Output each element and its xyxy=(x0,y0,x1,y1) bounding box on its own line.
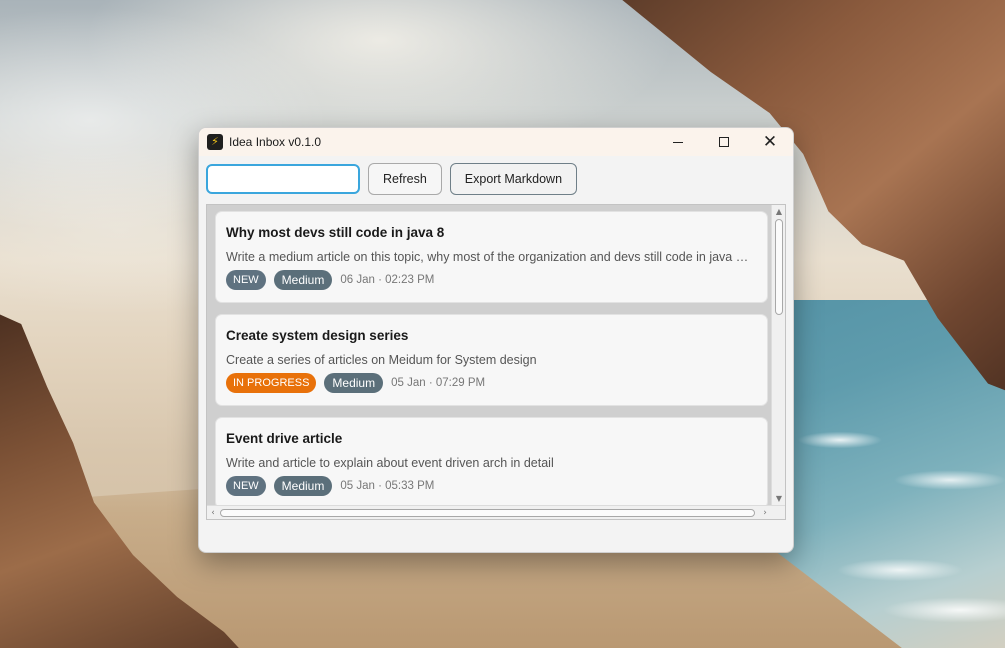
minimize-button[interactable] xyxy=(655,128,701,156)
platform-badge: Medium xyxy=(324,373,384,393)
idea-meta: NEW Medium 06 Jan · 02:23 PM xyxy=(226,270,434,290)
lightning-bolt-icon: ⚡ xyxy=(207,134,223,150)
status-badge: NEW xyxy=(226,270,266,290)
window-controls: ✕ xyxy=(655,128,793,156)
idea-timestamp: 05 Jan · 07:29 PM xyxy=(391,377,486,389)
maximize-button[interactable] xyxy=(701,128,747,156)
search-input[interactable] xyxy=(206,163,360,194)
platform-badge: Medium xyxy=(273,270,333,290)
minimize-icon xyxy=(673,141,683,143)
idea-title: Create system design series xyxy=(226,328,409,343)
idea-card[interactable]: Create system design series Create a ser… xyxy=(215,314,768,406)
idea-card[interactable]: Why most devs still code in java 8 Write… xyxy=(215,211,768,303)
idea-description: Write a medium article on this topic, wh… xyxy=(226,250,751,264)
vertical-scroll-thumb[interactable] xyxy=(775,219,783,315)
vertical-scrollbar[interactable]: ▲ ▼ xyxy=(771,205,785,506)
export-markdown-button[interactable]: Export Markdown xyxy=(449,162,578,195)
idea-card[interactable]: Event drive article Write and article to… xyxy=(215,417,768,506)
horizontal-scroll-thumb[interactable] xyxy=(220,509,755,517)
idea-title: Event drive article xyxy=(226,431,343,446)
idea-title: Why most devs still code in java 8 xyxy=(226,225,445,240)
maximize-icon xyxy=(719,137,729,147)
window-title: Idea Inbox v0.1.0 xyxy=(229,135,322,149)
title-bar[interactable]: ⚡ Idea Inbox v0.1.0 ✕ xyxy=(199,128,793,156)
status-badge: IN PROGRESS xyxy=(226,373,317,393)
ideas-list-viewport: Why most devs still code in java 8 Write… xyxy=(207,205,770,506)
refresh-button[interactable]: Refresh xyxy=(368,162,442,195)
horizontal-scrollbar[interactable]: ‹ › xyxy=(207,505,785,519)
close-button[interactable]: ✕ xyxy=(747,128,793,156)
scroll-up-arrow-icon[interactable]: ▲ xyxy=(772,206,785,218)
scroll-left-arrow-icon[interactable]: ‹ xyxy=(207,506,219,519)
idea-timestamp: 06 Jan · 02:23 PM xyxy=(340,274,435,286)
idea-timestamp: 05 Jan · 05:33 PM xyxy=(340,480,435,492)
ideas-list[interactable]: Why most devs still code in java 8 Write… xyxy=(206,204,786,520)
close-icon: ✕ xyxy=(762,131,778,152)
scroll-down-arrow-icon[interactable]: ▼ xyxy=(772,493,785,505)
status-badge: NEW xyxy=(226,476,266,496)
toolbar: Refresh Export Markdown xyxy=(199,156,793,201)
scroll-right-arrow-icon[interactable]: › xyxy=(759,506,771,519)
idea-description: Create a series of articles on Meidum fo… xyxy=(226,353,537,367)
idea-meta: IN PROGRESS Medium 05 Jan · 07:29 PM xyxy=(226,373,485,393)
app-window: ⚡ Idea Inbox v0.1.0 ✕ Refresh Export Mar… xyxy=(198,127,794,553)
idea-description: Write and article to explain about event… xyxy=(226,456,554,470)
platform-badge: Medium xyxy=(273,476,333,496)
idea-meta: NEW Medium 05 Jan · 05:33 PM xyxy=(226,476,434,496)
